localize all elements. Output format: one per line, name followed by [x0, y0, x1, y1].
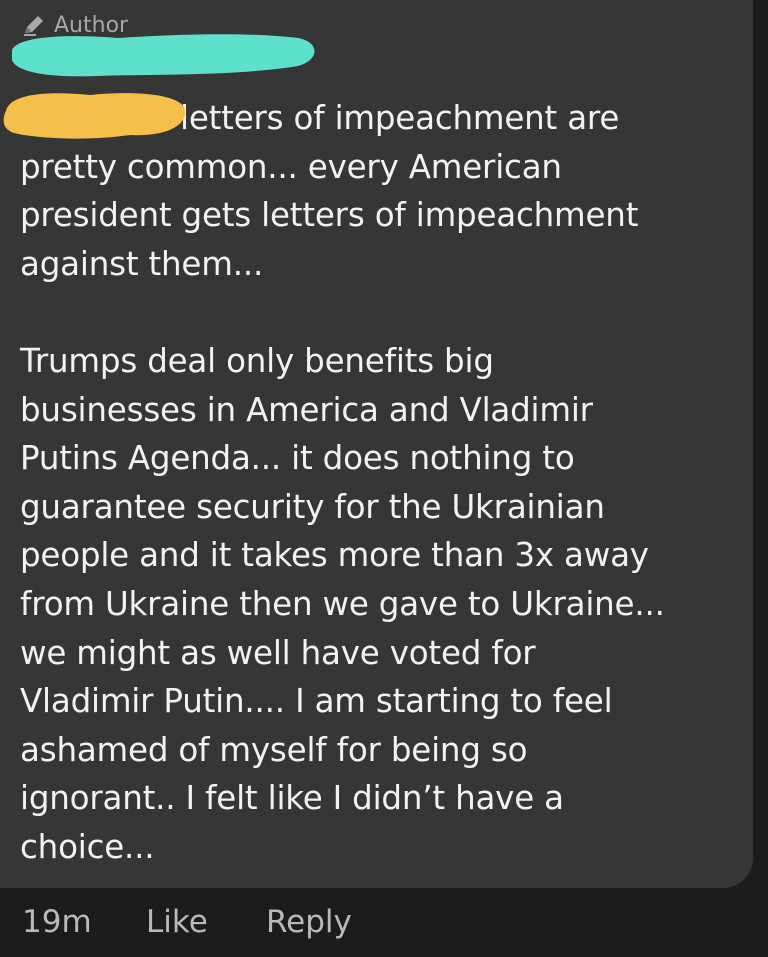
commenter-name[interactable]	[8, 30, 318, 78]
comment-line: from Ukraine then we gave to Ukraine...	[20, 584, 665, 623]
comment-paragraph-2: Trumps deal only benefits big businesses…	[20, 337, 740, 872]
like-button[interactable]: Like	[146, 904, 266, 940]
comment-line: choice...	[20, 827, 155, 866]
mention-redaction-mark	[3, 93, 186, 139]
reply-button[interactable]: Reply	[266, 904, 352, 940]
comment-line: guarantee security for the Ukrainian	[20, 487, 605, 526]
comment-line: Trumps deal only benefits big	[20, 341, 494, 380]
comment-line: pretty common... every American	[20, 147, 562, 186]
comment-timestamp: 19m	[22, 904, 92, 940]
comment-line: Vladimir Putin.... I am starting to feel	[20, 682, 613, 721]
name-redaction	[12, 34, 315, 77]
comment-line: ashamed of myself for being so	[20, 730, 528, 769]
comment-line: ignorant.. I felt like I didn’t have a	[20, 779, 564, 818]
comment-line: letters of impeachment are	[3, 93, 740, 143]
comment-actions: 19m Like Reply	[22, 904, 352, 940]
comment-text-segment: letters of impeachment are	[180, 99, 620, 137]
comment-line: Putins Agenda... it does nothing to	[20, 439, 575, 478]
comment-line: we might as well have voted for	[20, 633, 536, 672]
comment-bubble: Author letters of impeachment are pretty…	[0, 0, 753, 888]
comment-line: against them...	[20, 244, 264, 283]
comment-paragraph-1: letters of impeachment are pretty common…	[3, 93, 740, 288]
comment-line: president gets letters of impeachment	[20, 196, 639, 235]
comment-line: people and it takes more than 3x away	[20, 536, 649, 575]
mention-redaction[interactable]	[3, 93, 186, 139]
comment-body: letters of impeachment are pretty common…	[3, 93, 740, 872]
comment-line: businesses in America and Vladimir	[20, 390, 593, 429]
